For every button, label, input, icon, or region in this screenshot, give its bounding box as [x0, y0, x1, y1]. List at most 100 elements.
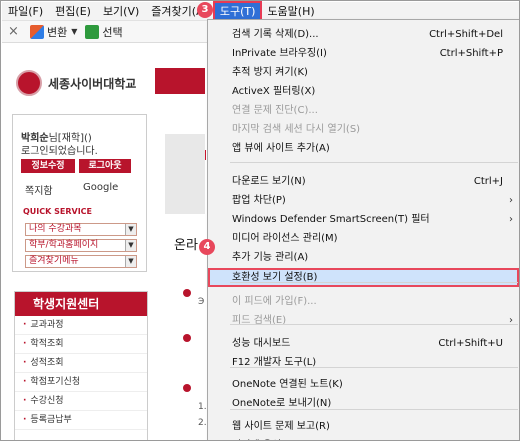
menu-separator: [230, 367, 518, 368]
menu-item-label: 호환성 보기 설정(B): [232, 272, 318, 283]
menu-separator: [230, 324, 518, 325]
tools-menu-item[interactable]: Windows Defender SmartScreen(T) 필터 ›: [208, 210, 519, 229]
menu-file[interactable]: 파일(F): [2, 2, 49, 21]
chevron-right-icon: ›: [509, 315, 513, 326]
banner-image: [165, 134, 205, 214]
student-center-item[interactable]: 수강신청: [15, 392, 147, 411]
menu-item-label: OneNote 연결된 노트(K): [232, 379, 343, 390]
student-center-panel: 학생지원센터 교과과정 학적조회 성적조회 학점포기신청 수강신청 등록금납부: [14, 291, 148, 440]
bullet-icon: [183, 384, 191, 392]
tools-menu-item[interactable]: 검색 기록 삭제(D)... Ctrl+Shift+Del: [208, 25, 519, 44]
select-value: 학부/학과홈페이지: [29, 240, 99, 250]
login-status: 로그인되었습니다.: [21, 146, 98, 157]
select-value: 나의 수강과목: [29, 224, 82, 234]
tools-menu-item[interactable]: 추가 기능 관리(A): [208, 248, 519, 267]
student-center-item[interactable]: 학점포기신청: [15, 373, 147, 392]
section-heading: 온라: [174, 238, 198, 253]
convert-icon: [30, 24, 44, 39]
menu-item-label: 앱 뷰에 사이트 추가(A): [232, 143, 330, 154]
tools-menu-item[interactable]: F12 개발자 도구(L): [208, 353, 519, 372]
login-box: 박희순님[재학]() 로그인되었습니다. 정보수정 로그아웃 쪽지함 Googl…: [12, 114, 147, 272]
tools-menu-item[interactable]: ActiveX 필터링(X): [208, 82, 519, 101]
tools-menu-item: 연결 문제 진단(C)...: [208, 101, 519, 120]
tools-menu-item[interactable]: 웹 사이트 문제 보고(R): [208, 417, 519, 436]
chevron-right-icon: ›: [509, 195, 513, 206]
tools-menu-item[interactable]: 팝업 차단(P) ›: [208, 191, 519, 210]
chevron-down-icon: ▼: [125, 256, 136, 267]
chevron-down-icon[interactable]: ▼: [71, 27, 77, 36]
tools-menu-item[interactable]: 성능 대시보드 Ctrl+Shift+U: [208, 334, 519, 353]
browser-window: 파일(F) 편집(E) 보기(V) 즐겨찾기(A) 도구(T) 도움말(H) 3…: [0, 0, 520, 441]
university-logo[interactable]: 세종사이버대학교: [16, 70, 136, 96]
student-center-item[interactable]: 성적조회: [15, 354, 147, 373]
logout-button[interactable]: 로그아웃: [79, 159, 131, 173]
snippet-text: 2.: [198, 418, 207, 428]
university-name: 세종사이버대학교: [48, 76, 137, 91]
menu-edit[interactable]: 편집(E): [49, 2, 97, 21]
chevron-right-icon: ›: [509, 214, 513, 225]
top-nav-band: [155, 68, 205, 94]
tools-menu-item[interactable]: OneNote 연결된 노트(K): [208, 375, 519, 394]
menu-item-shortcut: Ctrl+J: [473, 176, 503, 187]
menu-item-label: 웹 사이트 문제 보고(R): [232, 421, 330, 432]
snippet-text: Э: [198, 297, 205, 307]
menu-item-label: 검색 기록 삭제(D)...: [232, 29, 319, 40]
menu-item-label: 이 피드에 가입(F)...: [232, 296, 317, 307]
edit-info-button[interactable]: 정보수정: [21, 159, 75, 173]
google-link[interactable]: Google: [83, 182, 118, 193]
menu-item-label: 미디어 라이선스 관리(M): [232, 233, 338, 244]
student-center-item[interactable]: 학적조회: [15, 335, 147, 354]
my-courses-select[interactable]: 나의 수강과목 ▼: [25, 223, 137, 236]
tools-menu-item[interactable]: 추적 방지 켜기(K): [208, 63, 519, 82]
message-box-link[interactable]: 쪽지함: [25, 182, 53, 197]
snippet-text: 1.: [198, 402, 207, 412]
menu-item-label: OneNote로 보내기(N): [232, 398, 332, 409]
department-select[interactable]: 학부/학과홈페이지 ▼: [25, 239, 137, 252]
chevron-down-icon: ▼: [125, 224, 136, 235]
menu-item-label: 팝업 차단(P): [232, 195, 286, 206]
tools-menu-item[interactable]: 인터넷 옵션(O): [208, 436, 519, 440]
university-seal-icon: [16, 70, 42, 96]
convert-label: 변환: [47, 25, 68, 39]
close-icon[interactable]: ×: [8, 24, 22, 39]
menu-separator: [230, 162, 518, 163]
menu-tools[interactable]: 도구(T): [212, 1, 263, 22]
quick-service-title: QUICK SERVICE: [23, 207, 93, 216]
select-button[interactable]: 선택: [85, 24, 123, 40]
menu-item-label: 다운로드 보기(N): [232, 176, 306, 187]
menu-item-label: 마지막 검색 세션 다시 열기(S): [232, 124, 361, 135]
tools-menu-item[interactable]: InPrivate 브라우징(I) Ctrl+Shift+P: [208, 44, 519, 63]
select-icon: [85, 24, 100, 39]
tools-menu-item[interactable]: 다운로드 보기(N) Ctrl+J: [208, 172, 519, 191]
tools-menu-item: 마지막 검색 세션 다시 열기(S): [208, 120, 519, 139]
student-center-title: 학생지원센터: [15, 292, 147, 316]
student-center-item[interactable]: 등록금납부: [15, 411, 147, 430]
chevron-down-icon: ▼: [125, 240, 136, 251]
compatibility-view-settings-menu-item[interactable]: 호환성 보기 설정(B): [208, 268, 519, 287]
menu-help[interactable]: 도움말(H): [261, 2, 320, 21]
select-value: 즐겨찾기메뉴: [29, 256, 79, 266]
tools-menu-item[interactable]: 미디어 라이선스 관리(M): [208, 229, 519, 248]
student-center-item[interactable]: 교과과정: [15, 316, 147, 335]
favorites-select[interactable]: 즐겨찾기메뉴 ▼: [25, 255, 137, 268]
menu-view[interactable]: 보기(V): [97, 2, 145, 21]
bullet-icon: [183, 334, 191, 342]
tools-menu-item: 피드 검색(E) ›: [208, 311, 519, 330]
menu-item-shortcut: Ctrl+Shift+Del: [429, 29, 503, 40]
step-badge-3: 3: [197, 2, 213, 18]
tools-dropdown-menu: 검색 기록 삭제(D)... Ctrl+Shift+Del InPrivate 브라…: [207, 19, 519, 440]
step-badge-4: 4: [199, 239, 215, 255]
menu-item-label: 인터넷 옵션(O): [232, 436, 297, 440]
bullet-icon: [183, 289, 191, 297]
menu-item-label: 피드 검색(E): [232, 315, 287, 326]
menu-item-label: ActiveX 필터링(X): [232, 86, 316, 97]
menu-item-shortcut: Ctrl+Shift+U: [438, 338, 503, 349]
convert-button[interactable]: 변환 ▼: [30, 24, 77, 40]
menu-item-label: 추적 방지 켜기(K): [232, 67, 308, 78]
tools-menu-item[interactable]: 앱 뷰에 사이트 추가(A): [208, 139, 519, 158]
menu-separator: [230, 282, 518, 283]
menu-item-label: 추가 기능 관리(A): [232, 252, 309, 263]
menu-item-label: F12 개발자 도구(L): [232, 357, 317, 368]
tools-menu-item[interactable]: OneNote로 보내기(N): [208, 394, 519, 413]
menu-item-shortcut: Ctrl+Shift+P: [439, 48, 503, 59]
